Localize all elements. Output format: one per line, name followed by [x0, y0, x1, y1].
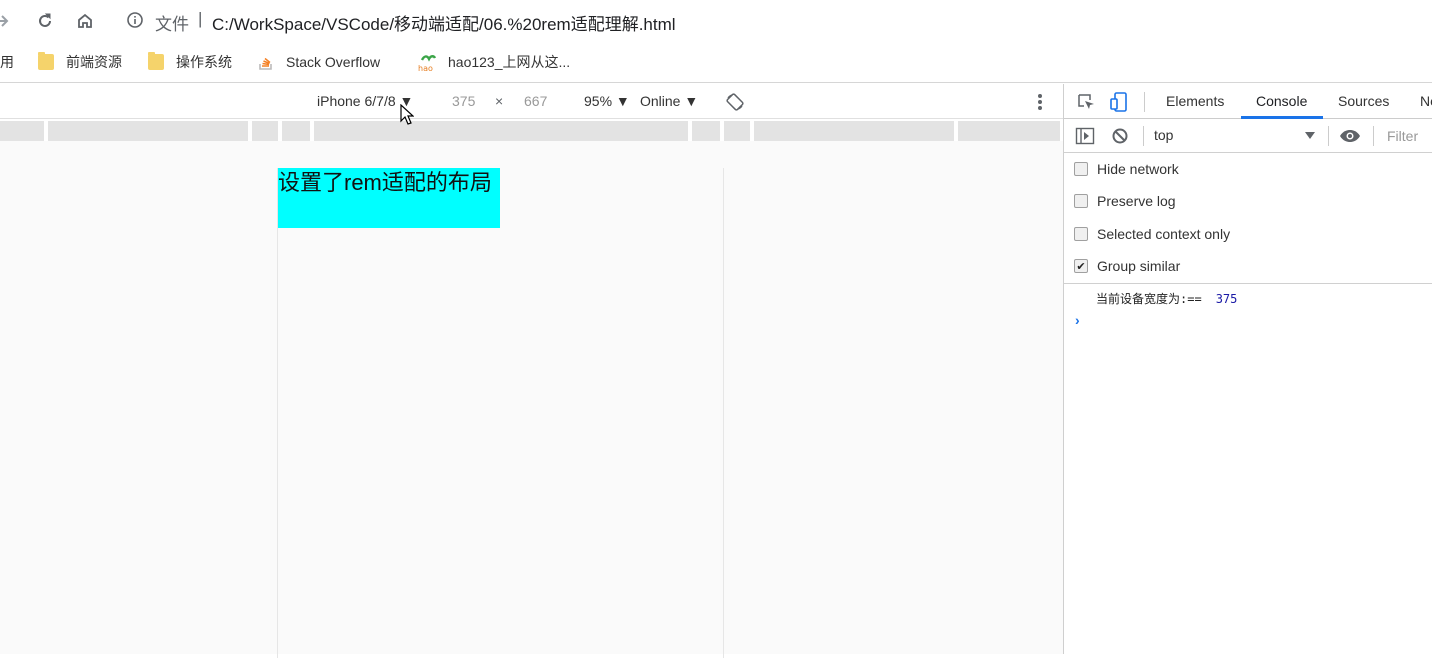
media-query-segment[interactable]	[314, 121, 688, 141]
forward-arrow-icon[interactable]	[0, 9, 14, 33]
stackoverflow-icon	[258, 54, 274, 70]
zoom-select[interactable]: 95% ▼	[584, 93, 630, 109]
clear-console-icon[interactable]	[1111, 127, 1129, 148]
viewport-edge-left	[277, 168, 278, 658]
option-label: Hide network	[1097, 161, 1179, 177]
checkbox[interactable]	[1074, 194, 1088, 208]
bookmark-label: 操作系统	[176, 54, 232, 70]
bookmark-label: Stack Overflow	[286, 54, 381, 70]
media-query-segment[interactable]	[692, 121, 720, 141]
device-select[interactable]: iPhone 6/7/8 ▼	[317, 93, 413, 109]
console-toolbar: top Filter	[1064, 119, 1432, 153]
device-toggle-icon[interactable]	[1109, 91, 1129, 116]
bookmark-apps[interactable]: 用	[0, 52, 14, 72]
home-icon[interactable]	[73, 9, 97, 33]
option-label: Group similar	[1097, 258, 1181, 274]
folder-icon	[148, 52, 164, 70]
address-bar: 文件 | C:/WorkSpace/VSCode/移动端适配/06.%20rem…	[0, 0, 1432, 42]
inspect-element-icon[interactable]	[1076, 92, 1096, 115]
bookmark-label: 前端资源	[66, 54, 122, 70]
width-input[interactable]: 375	[452, 93, 475, 109]
bookmark-os[interactable]: 操作系统	[148, 52, 232, 72]
media-query-segment[interactable]	[0, 121, 44, 141]
bookmark-label: 用	[0, 54, 14, 70]
info-icon[interactable]	[126, 11, 144, 29]
option-label: Selected context only	[1097, 226, 1231, 242]
tab-sources[interactable]: Sources	[1338, 93, 1389, 109]
url-separator: |	[198, 9, 203, 28]
bookmark-frontend-resources[interactable]: 前端资源	[38, 52, 122, 72]
media-query-bar	[0, 121, 1063, 141]
bookmark-stackoverflow[interactable]: Stack Overflow	[258, 52, 380, 72]
folder-icon	[38, 52, 54, 70]
bookmark-hao123[interactable]: hao hao123_上网从这...	[418, 52, 571, 73]
context-select[interactable]: top	[1154, 127, 1173, 143]
console-prompt-icon[interactable]: ›	[1075, 312, 1080, 328]
toolbar-divider	[1373, 126, 1374, 146]
divider	[1064, 283, 1432, 284]
tab-elements[interactable]: Elements	[1166, 93, 1224, 109]
option-preserve-log[interactable]: Preserve log	[1074, 191, 1176, 211]
checkmark-icon[interactable]: ✔	[1074, 259, 1088, 273]
option-label: Preserve log	[1097, 193, 1176, 209]
media-query-segment[interactable]	[48, 121, 248, 141]
media-query-segment[interactable]	[282, 121, 310, 141]
option-group-similar[interactable]: ✔ Group similar	[1074, 256, 1180, 276]
media-query-segment[interactable]	[958, 121, 1060, 141]
bookmark-label: hao123_上网从这...	[448, 54, 571, 70]
option-hide-network[interactable]: Hide network	[1074, 159, 1179, 179]
dimension-separator: ×	[495, 93, 504, 109]
device-toolbar: iPhone 6/7/8 ▼ 375 × 667 95% ▼ Online ▼	[0, 84, 1063, 119]
log-message: 当前设备宽度为:==	[1096, 292, 1202, 306]
devtools-panel: Elements Console Sources Ne top Filter H…	[1063, 84, 1432, 654]
throttle-select[interactable]: Online ▼	[640, 93, 698, 109]
toolbar-divider	[1144, 92, 1145, 112]
tab-network[interactable]: Ne	[1420, 93, 1432, 109]
checkbox[interactable]	[1074, 162, 1088, 176]
media-query-segment[interactable]	[724, 121, 750, 141]
toolbar-divider	[1328, 126, 1329, 146]
bookmarks-bar: 用 前端资源 操作系统 Stack Overflow hao hao123_上网…	[0, 42, 1432, 83]
filter-input[interactable]: Filter	[1387, 128, 1418, 144]
svg-text:hao: hao	[418, 64, 433, 72]
more-options-icon[interactable]	[1036, 93, 1044, 111]
url-text[interactable]: C:/WorkSpace/VSCode/移动端适配/06.%20rem适配理解.…	[212, 10, 676, 35]
height-input[interactable]: 667	[524, 93, 547, 109]
log-value: 375	[1215, 292, 1238, 306]
option-selected-context-only[interactable]: Selected context only	[1074, 224, 1230, 244]
sidebar-toggle-icon[interactable]	[1075, 126, 1095, 149]
media-query-segment[interactable]	[754, 121, 954, 141]
hao123-icon: hao	[418, 54, 438, 73]
device-viewport: 设置了rem适配的布局	[0, 141, 1063, 658]
devtools-tabbar: Elements Console Sources Ne	[1064, 84, 1432, 119]
checkbox[interactable]	[1074, 227, 1088, 241]
security-label: 文件	[155, 15, 189, 34]
rotate-icon[interactable]	[725, 92, 745, 115]
viewport-edge-right	[723, 168, 724, 658]
mouse-cursor-icon	[400, 103, 415, 131]
tab-console[interactable]: Console	[1256, 93, 1307, 109]
eye-icon[interactable]	[1339, 127, 1361, 148]
chevron-down-icon[interactable]	[1304, 128, 1316, 144]
console-log-entry: 当前设备宽度为:== 375	[1096, 290, 1237, 307]
toolbar-divider	[1143, 126, 1144, 146]
media-query-segment[interactable]	[252, 121, 278, 141]
reload-icon[interactable]	[33, 9, 57, 33]
rem-layout-box: 设置了rem适配的布局	[278, 168, 500, 228]
